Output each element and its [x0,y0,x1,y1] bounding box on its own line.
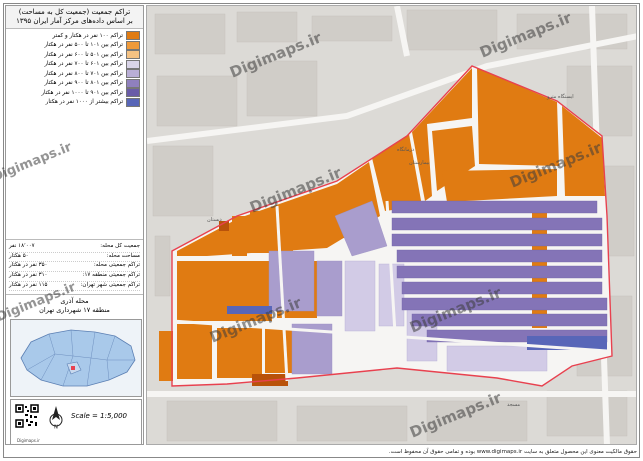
stat-value: ۵۰ هکتار [9,252,29,259]
stat-row: تراکم جمعیتی شهر تهران: ۱۱۵ نفر در هکتار [9,282,140,292]
legend-item: تراکم ۱۰۰ نفر در هکتار و کمتر [9,31,140,41]
stat-value: ۳۱۰ نفر در هکتار [9,272,48,279]
label-school: دبستان [207,217,222,223]
stat-label: تراکم جمعیتی منطقه ۱۷: [82,272,140,279]
label-clinic: درمانگاه [397,146,414,153]
legend-label: تراکم بین ۶۰۱ تا ۷۰۰ نفر در هکتار [44,61,123,68]
region-title: محله آذری منطقه ۱۷ شهرداری تهران [6,294,143,315]
neighborhood-marker [71,366,75,370]
stat-value: ۱۱۵ نفر در هکتار [9,281,48,288]
legend-swatch [126,59,140,69]
legend-label: تراکم بیشتر از ۱۰۰۰ نفر در هکتار [45,99,123,106]
legend-item: تراکم بیشتر از ۱۰۰۰ نفر در هکتار [9,97,140,108]
legend-swatch [126,31,140,41]
legend-label: تراکم بین ۸۰۱ تا ۹۰۰ نفر در هکتار [44,80,123,87]
neighborhood-name: محله آذری [60,297,89,305]
legend-items: تراکم ۱۰۰ نفر در هکتار و کمتر تراکم بین ۱… [6,29,143,109]
label-mosque: مسجد [507,402,520,408]
stat-row: مساحت محله: ۵۰ هکتار [9,253,140,263]
stat-value: ۱۸٬۰۰۷ نفر [9,243,35,249]
stat-value: ۳۵۰ نفر در هکتار [9,262,48,269]
density-map: ایستگاه مترو درمانگاه بیمارستان دبستان م… [147,6,636,444]
qr-code-icon [15,404,39,428]
map-area: ایستگاه مترو درمانگاه بیمارستان دبستان م… [146,5,637,445]
legend-swatch [126,69,140,79]
legend-label: تراکم بین ۱۰۱ تا ۵۰۰ نفر در هکتار [44,42,123,49]
legend-item: تراکم بین ۹۰۱ تا ۱۰۰۰ نفر در هکتار [9,88,140,98]
location-inset-map [10,319,142,397]
svg-text:N: N [54,425,58,431]
stat-label: تراکم جمعیتی شهر تهران: [80,281,140,288]
stat-label: تراکم جمعیتی محله: [93,262,140,269]
north-arrow-icon: N [49,406,63,431]
legend-label: تراکم بین ۹۰۱ تا ۱۰۰۰ نفر در هکتار [41,89,123,96]
legend-panel: تراکم جمعیت (جمعیت کل به مساحت) بر اساس … [5,5,144,445]
publisher-logo: Digimaps.ir [17,438,40,443]
district-name: منطقه ۱۷ شهرداری تهران [39,306,110,314]
stats-table: جمعیت کل محله: ۱۸٬۰۰۷ نفر مساحت محله: ۵۰ هک… [6,239,143,294]
label-station: ایستگاه مترو [546,93,574,100]
legend-title: تراکم جمعیت (جمعیت کل به مساحت) بر اساس … [6,6,143,29]
legend-swatch [126,50,140,60]
legend-item: تراکم بین ۶۰۱ تا ۷۰۰ نفر در هکتار [9,59,140,70]
legend-swatch [126,97,140,107]
stat-row: تراکم جمعیتی منطقه ۱۷: ۳۱۰ نفر در هکتار [9,272,140,282]
stat-row: تراکم جمعیتی محله: ۳۵۰ نفر در هکتار [9,262,140,273]
stat-label: جمعیت کل محله: [100,243,140,249]
legend-label: تراکم ۱۰۰ نفر در هکتار و کمتر [52,32,123,39]
stat-row: جمعیت کل محله: ۱۸٬۰۰۷ نفر [9,243,140,253]
copyright-footer: حقوق مالکیت معنوی این محصول متعلق به سای… [388,449,637,455]
legend-item: تراکم بین ۵۰۱ تا ۶۰۰ نفر در هکتار [9,50,140,60]
highest-density-block-2 [227,306,272,314]
legend-label: تراکم بین ۷۰۱ تا ۸۰۰ نفر در هکتار [44,70,123,77]
inset-map-svg [20,329,136,387]
label-hospital: بیمارستان [409,160,430,166]
legend-label: تراکم بین ۵۰۱ تا ۶۰۰ نفر در هکتار [44,51,123,58]
map-scale: Scale = 1:5,000 [71,412,127,420]
high-density-blocks [391,200,608,343]
map-info-box: N Scale = 1:5,000 Digimaps.ir [10,399,142,445]
legend-swatch [126,78,140,88]
legend-item: تراکم بین ۸۰۱ تا ۹۰۰ نفر در هکتار [9,78,140,89]
legend-swatch [126,40,140,50]
legend-swatch [126,88,140,98]
legend-item: تراکم بین ۷۰۱ تا ۸۰۰ نفر در هکتار [9,69,140,79]
stat-label: مساحت محله: [106,252,140,259]
tehran-outline [20,329,136,387]
legend-item: تراکم بین ۱۰۱ تا ۵۰۰ نفر در هکتار [9,40,140,51]
